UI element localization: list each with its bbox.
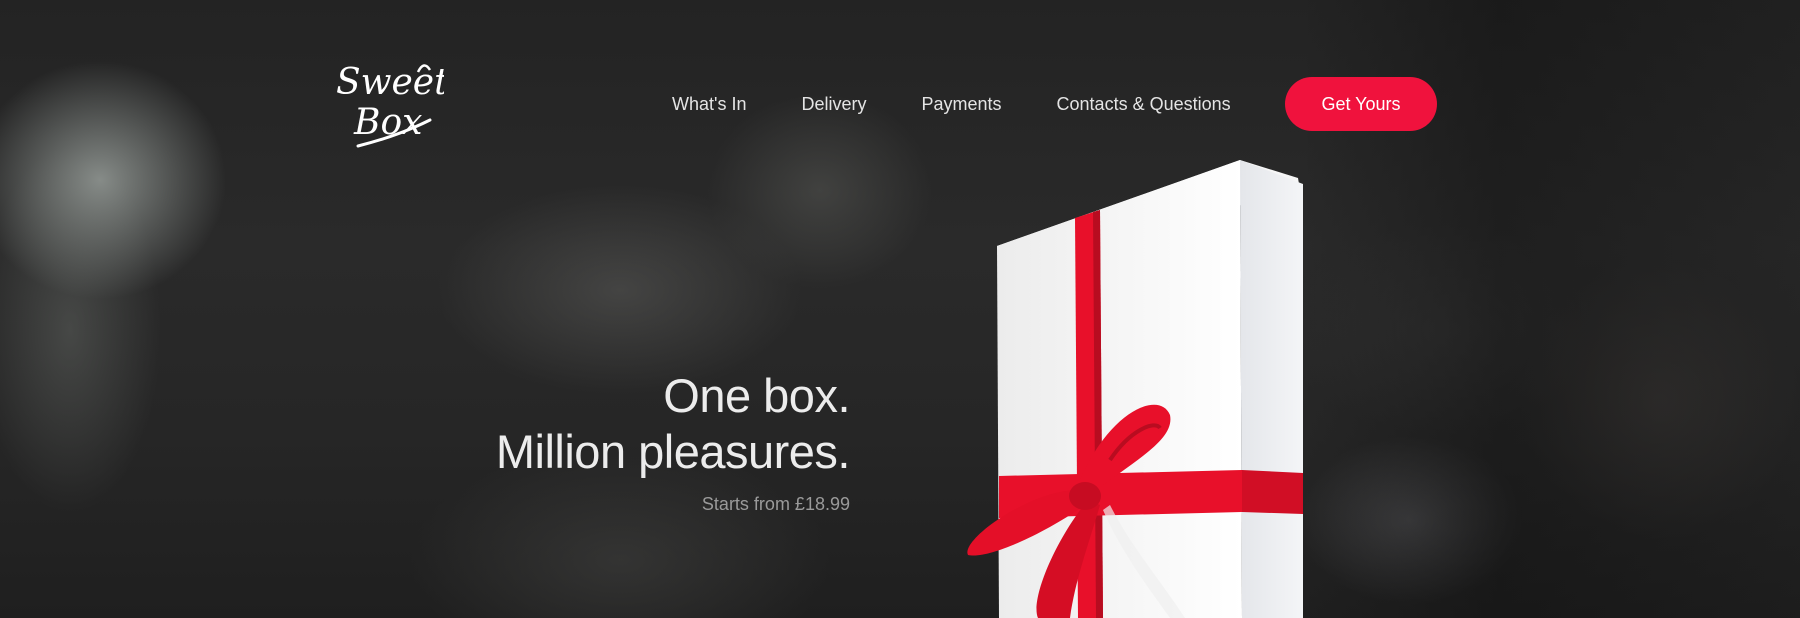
gift-box-image	[967, 160, 1303, 618]
headline-line-1: One box.	[663, 369, 850, 422]
nav-link-whats-in[interactable]: What's In	[672, 94, 746, 115]
nav-link-payments[interactable]: Payments	[921, 94, 1001, 115]
main-navigation: What's In Delivery Payments Contacts & Q…	[672, 76, 1286, 132]
nav-link-delivery[interactable]: Delivery	[801, 94, 866, 115]
logo-image: Sweet Box	[336, 62, 449, 148]
starting-price: Starts from £18.99	[701, 494, 850, 514]
hero-headline: One box. Million pleasures.	[495, 368, 851, 480]
get-yours-button[interactable]: Get Yours	[1285, 77, 1437, 131]
nav-link-contacts-questions[interactable]: Contacts & Questions	[1057, 94, 1231, 115]
sweet-box-logo[interactable]: Sweet Box	[334, 56, 449, 152]
headline-line-2: Million pleasures.	[495, 425, 851, 478]
